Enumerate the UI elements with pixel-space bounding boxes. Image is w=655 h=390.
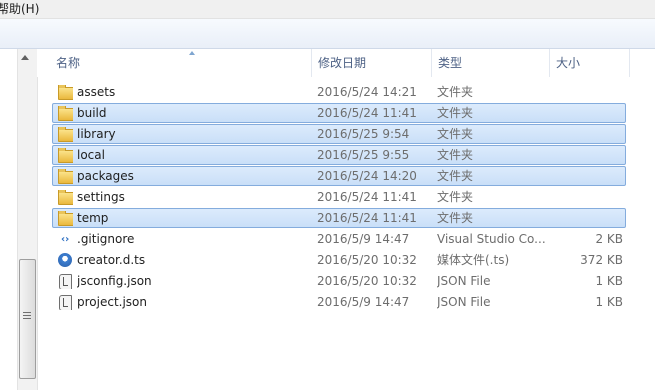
visual-studio-file-icon: ‹› (61, 234, 70, 245)
column-header: 名称 修改日期 类型 大小 (37, 49, 655, 77)
file-row[interactable]: ‹› .gitignore 2016/5/9 14:47 Visual Studio … (52, 229, 626, 249)
scrollbar-thumb[interactable] (19, 259, 36, 379)
file-name: .gitignore (77, 232, 135, 246)
file-name: build (77, 106, 107, 120)
file-date: 2016/5/24 11:41 (317, 190, 417, 204)
navigation-scrollbar[interactable] (17, 49, 38, 390)
column-date[interactable]: 修改日期 (312, 49, 432, 77)
file-date: 2016/5/24 14:21 (317, 85, 417, 99)
folder-icon (57, 169, 73, 184)
scroll-grip-icon (23, 312, 31, 321)
file-name: jsconfig.json (77, 274, 152, 288)
file-name: local (77, 148, 105, 162)
file-date: 2016/5/25 9:55 (317, 148, 410, 162)
file-type: 文件夹 (437, 169, 474, 183)
column-type[interactable]: 类型 (432, 49, 550, 77)
file-row[interactable]: jsconfig.json 2016/5/20 10:32 JSON File 1 K… (52, 271, 626, 291)
toolbar (0, 19, 655, 49)
file-type: JSON File (437, 295, 491, 309)
column-size[interactable]: 大小 (550, 49, 630, 77)
file-size: 372 KB (580, 253, 623, 267)
column-size-label: 大小 (556, 56, 581, 70)
file-size: 2 KB (595, 232, 623, 246)
folder-icon (57, 85, 73, 100)
file-name: creator.d.ts (77, 253, 146, 267)
column-date-label: 修改日期 (318, 56, 367, 70)
file-name: library (77, 127, 116, 141)
file-row[interactable]: creator.d.ts 2016/5/20 10:32 媒体文件(.ts) 372 … (52, 250, 626, 270)
file-date: 2016/5/20 10:32 (317, 253, 417, 267)
scroll-up-arrow-icon[interactable] (21, 55, 29, 60)
sort-ascending-icon (189, 51, 195, 55)
file-row[interactable]: packages 2016/5/24 14:20 文件夹 (52, 166, 626, 186)
file-row[interactable]: settings 2016/5/24 11:41 文件夹 (52, 187, 626, 207)
file-name: temp (77, 211, 109, 225)
file-size: 1 KB (595, 274, 623, 288)
file-date: 2016/5/9 14:47 (317, 232, 410, 246)
file-name: project.json (77, 295, 147, 309)
menu-help[interactable]: 帮助(H) (0, 0, 41, 18)
file-type: 文件夹 (437, 127, 474, 141)
menu-bar: 帮助(H) (0, 0, 655, 19)
file-date: 2016/5/25 9:54 (317, 127, 410, 141)
file-type: 媒体文件(.ts) (437, 253, 510, 267)
file-type: JSON File (437, 274, 491, 288)
file-type: Visual Studio Co... (437, 232, 546, 246)
folder-icon (57, 127, 73, 142)
file-date: 2016/5/24 11:41 (317, 106, 417, 120)
file-row[interactable]: temp 2016/5/24 11:41 文件夹 (52, 208, 626, 228)
file-name: packages (77, 169, 134, 183)
file-name: assets (77, 85, 116, 99)
file-name: settings (77, 190, 125, 204)
folder-icon (57, 190, 73, 205)
column-name[interactable]: 名称 (50, 49, 312, 77)
column-name-label: 名称 (56, 56, 81, 70)
file-date: 2016/5/20 10:32 (317, 274, 417, 288)
file-row[interactable]: project.json 2016/5/9 14:47 JSON File 1 KB (52, 292, 626, 312)
file-date: 2016/5/24 14:20 (317, 169, 417, 183)
file-row[interactable]: assets 2016/5/24 14:21 文件夹 (52, 82, 626, 102)
file-type: 文件夹 (437, 190, 474, 204)
file-size: 1 KB (595, 295, 623, 309)
column-type-label: 类型 (438, 56, 463, 70)
file-row[interactable]: local 2016/5/25 9:55 文件夹 (52, 145, 626, 165)
file-type: 文件夹 (437, 85, 474, 99)
file-type: 文件夹 (437, 106, 474, 120)
file-type: 文件夹 (437, 148, 474, 162)
media-file-icon (57, 253, 73, 268)
navigation-pane (0, 49, 18, 390)
file-row[interactable]: library 2016/5/25 9:54 文件夹 (52, 124, 626, 144)
file-date: 2016/5/24 11:41 (317, 211, 417, 225)
file-row[interactable]: build 2016/5/24 11:41 文件夹 (52, 103, 626, 123)
file-type: 文件夹 (437, 211, 474, 225)
file-date: 2016/5/9 14:47 (317, 295, 410, 309)
json-script-icon (57, 295, 73, 310)
json-script-icon (57, 274, 73, 289)
folder-icon (57, 106, 73, 121)
folder-icon (57, 211, 73, 226)
folder-icon (57, 148, 73, 163)
